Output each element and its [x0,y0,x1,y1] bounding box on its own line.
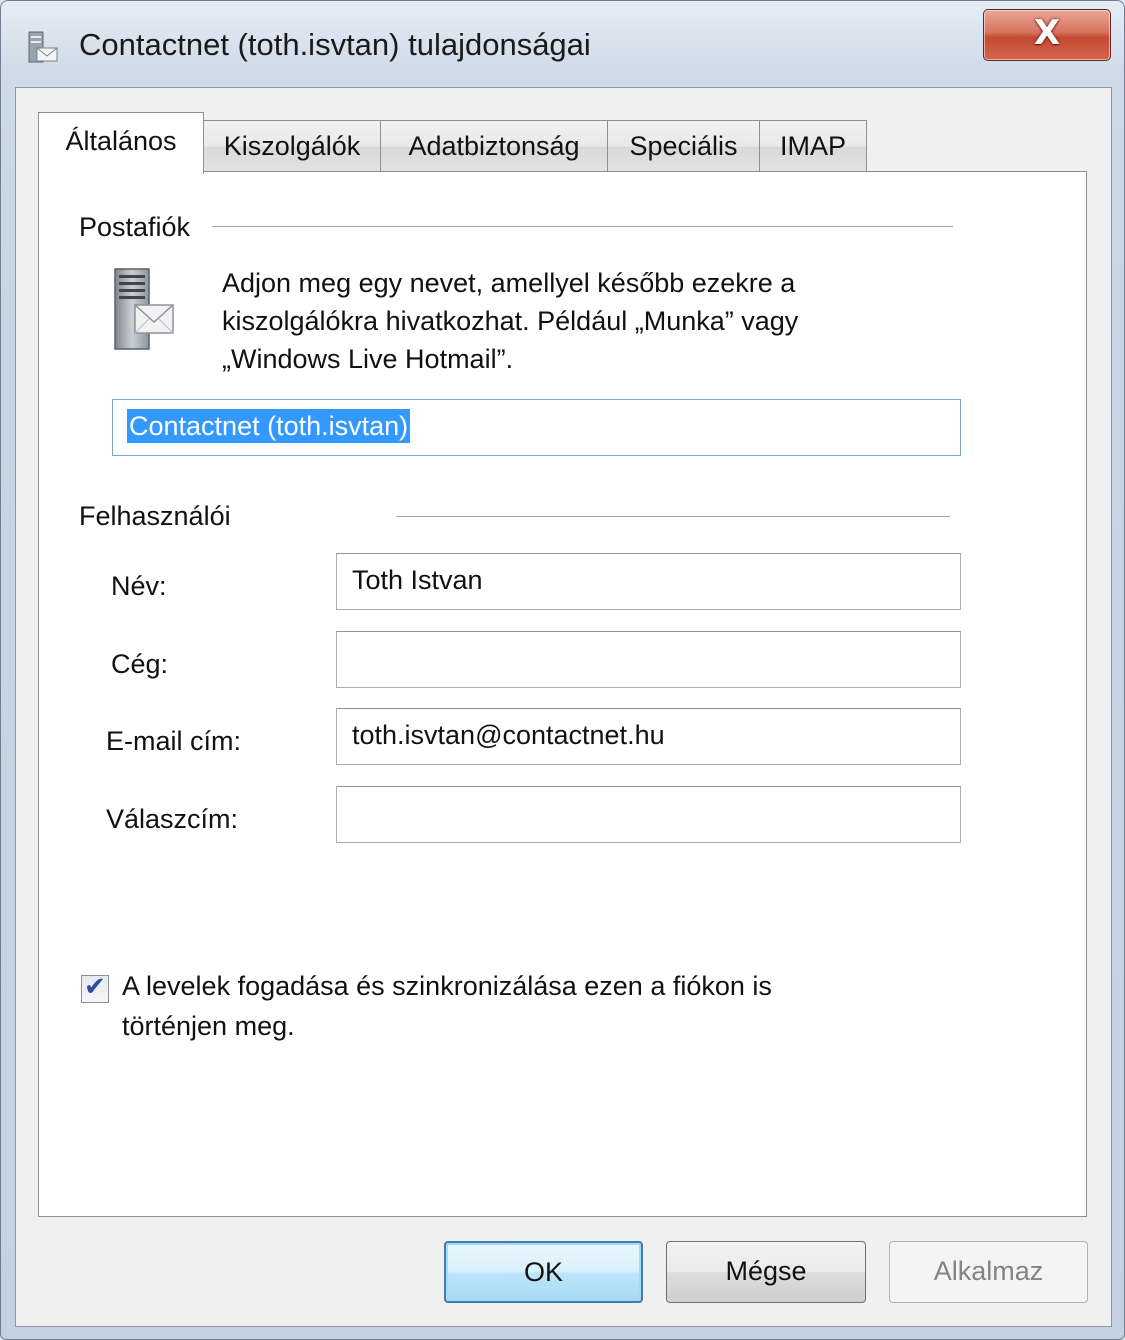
title-bar[interactable]: Contactnet (toth.isvtan) tulajdonságai X [1,1,1124,87]
tab-security[interactable]: Adatbiztonság [380,120,608,172]
name-label: Név: [111,571,167,601]
mail-server-icon [28,31,58,63]
mail-server-icon [114,268,174,350]
tab-imap[interactable]: IMAP [759,120,867,172]
tab-servers[interactable]: Kiszolgálók [203,120,381,172]
user-info-divider [396,516,950,517]
mail-account-divider [212,226,953,227]
company-label: Cég: [111,649,169,679]
sync-checkbox-label[interactable]: A levelek fogadása és szinkronizálása ez… [122,966,882,1046]
close-button[interactable]: X [983,9,1111,61]
window-title: Contactnet (toth.isvtan) tulajdonságai [79,27,591,62]
account-name-input[interactable]: Contactnet (toth.isvtan) [112,399,961,456]
cancel-button[interactable]: Mégse [666,1241,866,1303]
name-input[interactable]: Toth Istvan [336,553,961,610]
mail-account-group-label: Postafiók [79,212,191,242]
email-label: E-mail cím: [106,726,241,756]
reply-address-label: Válaszcím: [106,804,239,834]
dialog-client-area: Általános Kiszolgálók Adatbiztonság Spec… [15,87,1112,1327]
tab-advanced[interactable]: Speciális [607,120,760,172]
ok-button[interactable]: OK [444,1241,643,1303]
company-input[interactable] [336,631,961,688]
properties-dialog: Contactnet (toth.isvtan) tulajdonságai X… [0,0,1125,1340]
email-input[interactable]: toth.isvtan@contactnet.hu [336,708,961,765]
account-name-value: Contactnet (toth.isvtan) [127,409,411,443]
reply-address-input[interactable] [336,786,961,843]
checkmark-icon: ✔ [84,972,106,1002]
close-icon: X [1033,13,1061,53]
account-name-description: Adjon meg egy nevet, amellyel később eze… [222,268,799,374]
tab-general[interactable]: Általános [38,112,204,174]
apply-button[interactable]: Alkalmaz [889,1241,1088,1303]
sync-checkbox[interactable]: ✔ [81,972,109,1003]
user-info-group-label: Felhasználói [79,501,231,531]
general-tab-panel: Postafiók Adjon meg egy nevet, amellyel … [38,171,1087,1217]
